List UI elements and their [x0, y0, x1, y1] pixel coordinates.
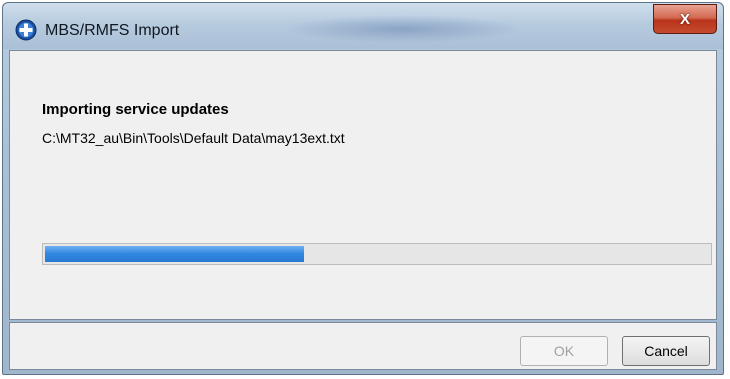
window-title: MBS/RMFS Import [45, 22, 180, 39]
ok-button[interactable]: OK [520, 336, 608, 366]
import-dialog-window: MBS/RMFS Import X Importing service upda… [2, 2, 724, 375]
content-panel: Importing service updates C:\MT32_au\Bin… [9, 50, 717, 320]
ok-button-label: OK [553, 343, 575, 359]
plus-circle-icon [15, 19, 37, 41]
button-bar: OK Cancel [9, 322, 717, 370]
close-button[interactable]: X [653, 4, 717, 34]
progress-bar [42, 243, 712, 265]
cancel-button[interactable]: Cancel [622, 336, 710, 366]
cancel-button-label: Cancel [644, 343, 688, 359]
file-path-label: C:\MT32_au\Bin\Tools\Default Data\may13e… [42, 130, 345, 146]
progress-fill [45, 246, 304, 262]
status-heading: Importing service updates [42, 101, 229, 118]
close-icon: X [679, 10, 690, 28]
title-bar[interactable]: MBS/RMFS Import X [3, 3, 723, 49]
